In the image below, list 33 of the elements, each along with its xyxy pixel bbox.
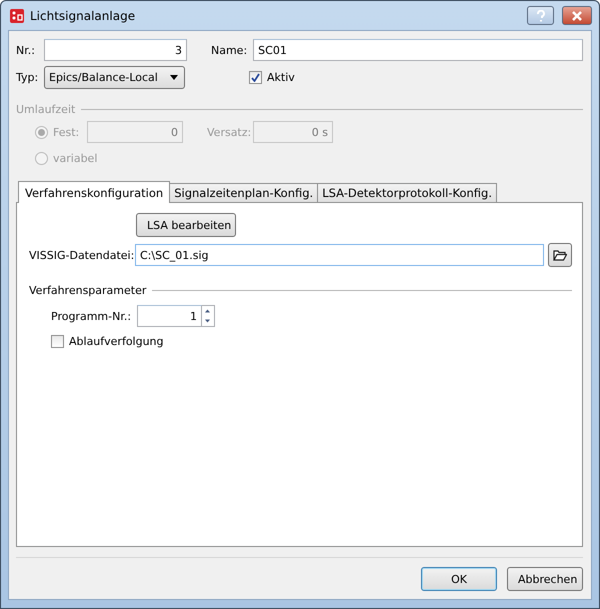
checkbox-label: Ablaufverfolgung: [69, 335, 164, 348]
app-icon: [10, 8, 24, 22]
tab[interactable]: LSA-Detektorprotokoll-Konfig.: [317, 183, 497, 202]
folder-icon: [553, 250, 567, 260]
file-field[interactable]: C:\SC_01.sig: [135, 244, 544, 266]
radio-label: Fest:: [53, 126, 80, 138]
close-button[interactable]: [562, 6, 592, 25]
cancel-button[interactable]: Abbrechen: [507, 567, 583, 591]
browse-button[interactable]: [548, 243, 572, 267]
field-label: Typ:: [16, 71, 38, 84]
radio-label: variabel: [53, 152, 98, 165]
checkbox[interactable]: [51, 335, 64, 348]
checkbox-label: Aktiv: [267, 71, 295, 84]
field-label: Name:: [211, 44, 248, 56]
field-label: Programm-Nr.:: [51, 310, 131, 322]
name-field[interactable]: SC01: [253, 39, 583, 61]
checkbox[interactable]: [249, 71, 262, 84]
help-button[interactable]: [527, 6, 554, 25]
type-dropdown[interactable]: Epics/Balance-Local: [44, 66, 185, 89]
tab[interactable]: Signalzeitenplan-Konfig.: [169, 183, 318, 202]
close-icon: [571, 10, 583, 20]
group-title: Umlaufzeit: [16, 103, 76, 116]
field-label: Nr.:: [16, 44, 36, 56]
window-title: Lichtsignalanlage: [30, 8, 136, 22]
ok-button[interactable]: OK: [421, 567, 497, 591]
program-field[interactable]: 1: [137, 305, 202, 327]
caret-icon: [170, 75, 178, 80]
tab[interactable]: Verfahrenskonfiguration: [18, 181, 170, 203]
number-field[interactable]: 3: [44, 39, 187, 61]
edit-button[interactable]: LSA bearbeiten: [136, 213, 236, 237]
group-title: Verfahrensparameter: [29, 284, 146, 297]
program-spinner[interactable]: 1: [137, 305, 215, 327]
question-mark-icon: [536, 10, 546, 22]
